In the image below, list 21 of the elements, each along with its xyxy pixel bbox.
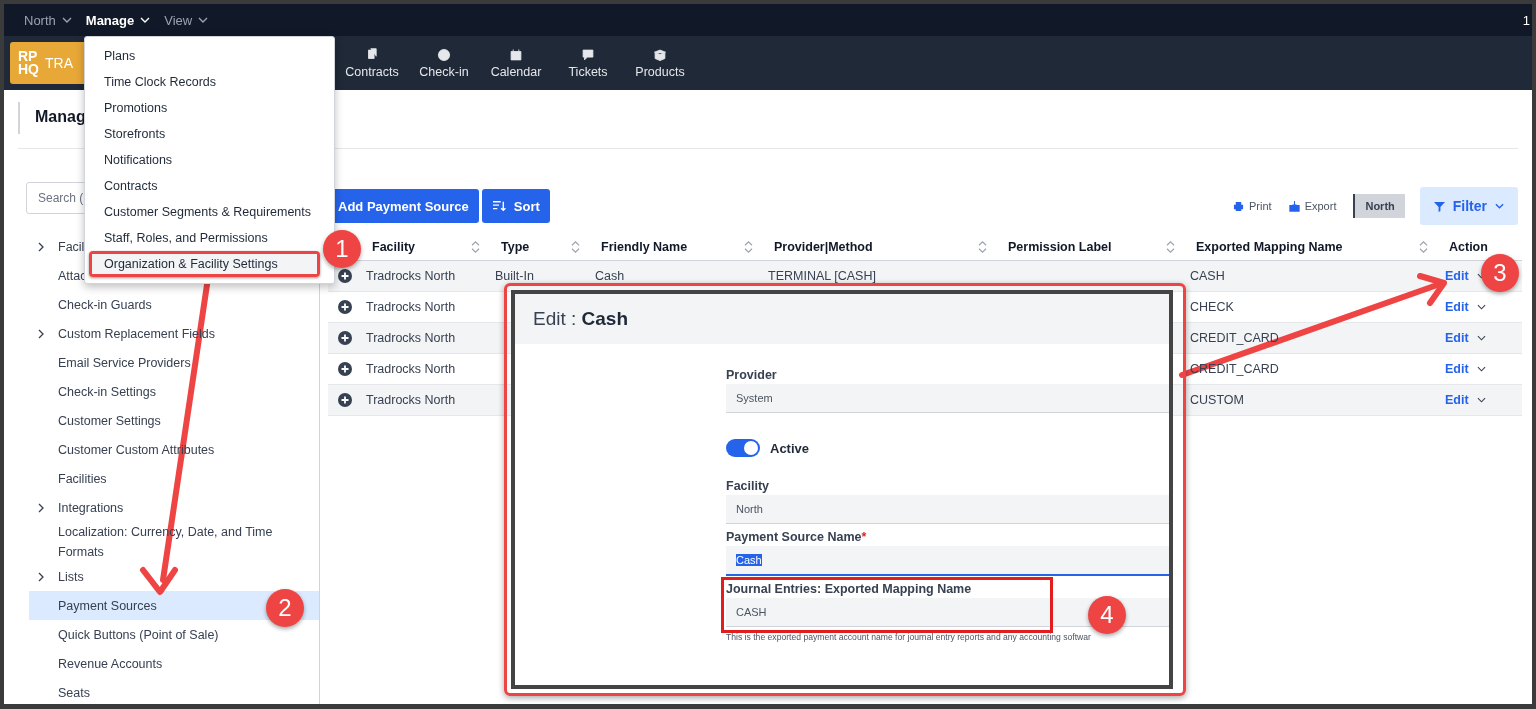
- table-cell: CREDIT_CARD: [1190, 331, 1279, 345]
- table-cell: Tradrocks North: [366, 393, 456, 407]
- field-label: Payment Source Name*: [726, 529, 868, 546]
- top-bar-text: 1: [1522, 12, 1530, 28]
- table-cell: Tradrocks North: [366, 300, 456, 314]
- table-cell: Tradrocks North: [366, 362, 456, 376]
- column-header: Action: [1449, 239, 1488, 254]
- field-label: Provider: [726, 367, 778, 384]
- field-label: Facility: [726, 478, 771, 495]
- help-text: This is the exported payment account name for journal entry reports and any accounting softwar: [726, 632, 1092, 642]
- table-cell: CASH: [1190, 269, 1225, 283]
- table-cell: Cash: [595, 269, 625, 283]
- table-cell: CUSTOM: [1190, 393, 1244, 407]
- table-cell: TERMINAL [CASH]: [768, 269, 876, 283]
- table-cell: Built-In: [495, 269, 534, 283]
- field-label: Journal Entries: Exported Mapping Name: [726, 581, 973, 598]
- toggle-label: Active: [770, 440, 810, 456]
- table-cell: Tradrocks North: [366, 331, 456, 345]
- table-cell: Tradrocks North: [366, 269, 456, 283]
- table-cell: CHECK: [1190, 300, 1234, 314]
- dialog-title: Edit : Cash: [533, 308, 629, 330]
